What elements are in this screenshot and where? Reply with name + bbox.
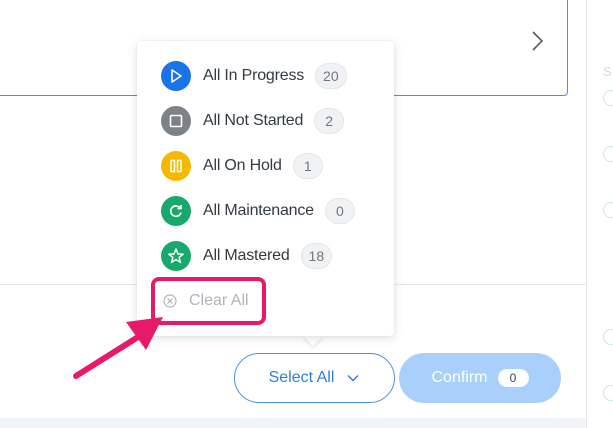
- star-icon: [161, 241, 191, 271]
- menu-item-label: All Maintenance: [203, 202, 314, 219]
- annotation-highlight-box: [151, 277, 266, 325]
- count-badge: 20: [315, 63, 347, 89]
- menu-item-label: All Not Started: [203, 112, 304, 129]
- play-icon: [161, 61, 191, 91]
- check-circle-icon: [603, 146, 613, 162]
- screen: S All In Progress 20 All Not Started 2 A…: [0, 0, 613, 428]
- menu-item-label: All Mastered: [203, 247, 290, 264]
- select-all-dropdown-button[interactable]: Select All: [234, 353, 395, 403]
- confirm-button[interactable]: Confirm 0: [399, 353, 561, 403]
- count-badge: 1: [292, 153, 323, 179]
- menu-item-on-hold[interactable]: All On Hold 1: [161, 151, 323, 181]
- confirm-count-badge: 0: [497, 369, 529, 387]
- check-circle-icon: [603, 385, 613, 401]
- menu-item-in-progress[interactable]: All In Progress 20: [161, 61, 347, 91]
- refresh-icon: [161, 196, 191, 226]
- right-side-panel: S: [586, 0, 613, 428]
- menu-item-mastered[interactable]: All Mastered 18: [161, 241, 333, 271]
- chevron-down-icon: [347, 374, 359, 382]
- menu-item-not-started[interactable]: All Not Started 2: [161, 106, 345, 136]
- menu-item-label: All On Hold: [203, 157, 282, 174]
- count-badge: 18: [300, 243, 333, 269]
- count-badge: 0: [324, 198, 355, 224]
- chevron-right-icon[interactable]: [528, 29, 548, 53]
- side-letter: S: [603, 64, 612, 79]
- menu-item-label: All In Progress: [203, 67, 305, 84]
- square-icon: [161, 106, 191, 136]
- confirm-label: Confirm: [431, 369, 488, 386]
- check-circle-icon: [603, 329, 613, 345]
- pause-icon: [161, 151, 191, 181]
- check-circle-icon: [603, 90, 613, 106]
- check-circle-icon: [603, 202, 613, 218]
- count-badge: 2: [314, 108, 345, 134]
- bottom-edge: [0, 418, 586, 428]
- menu-item-maintenance[interactable]: All Maintenance 0: [161, 196, 355, 226]
- select-all-label: Select All: [268, 369, 335, 386]
